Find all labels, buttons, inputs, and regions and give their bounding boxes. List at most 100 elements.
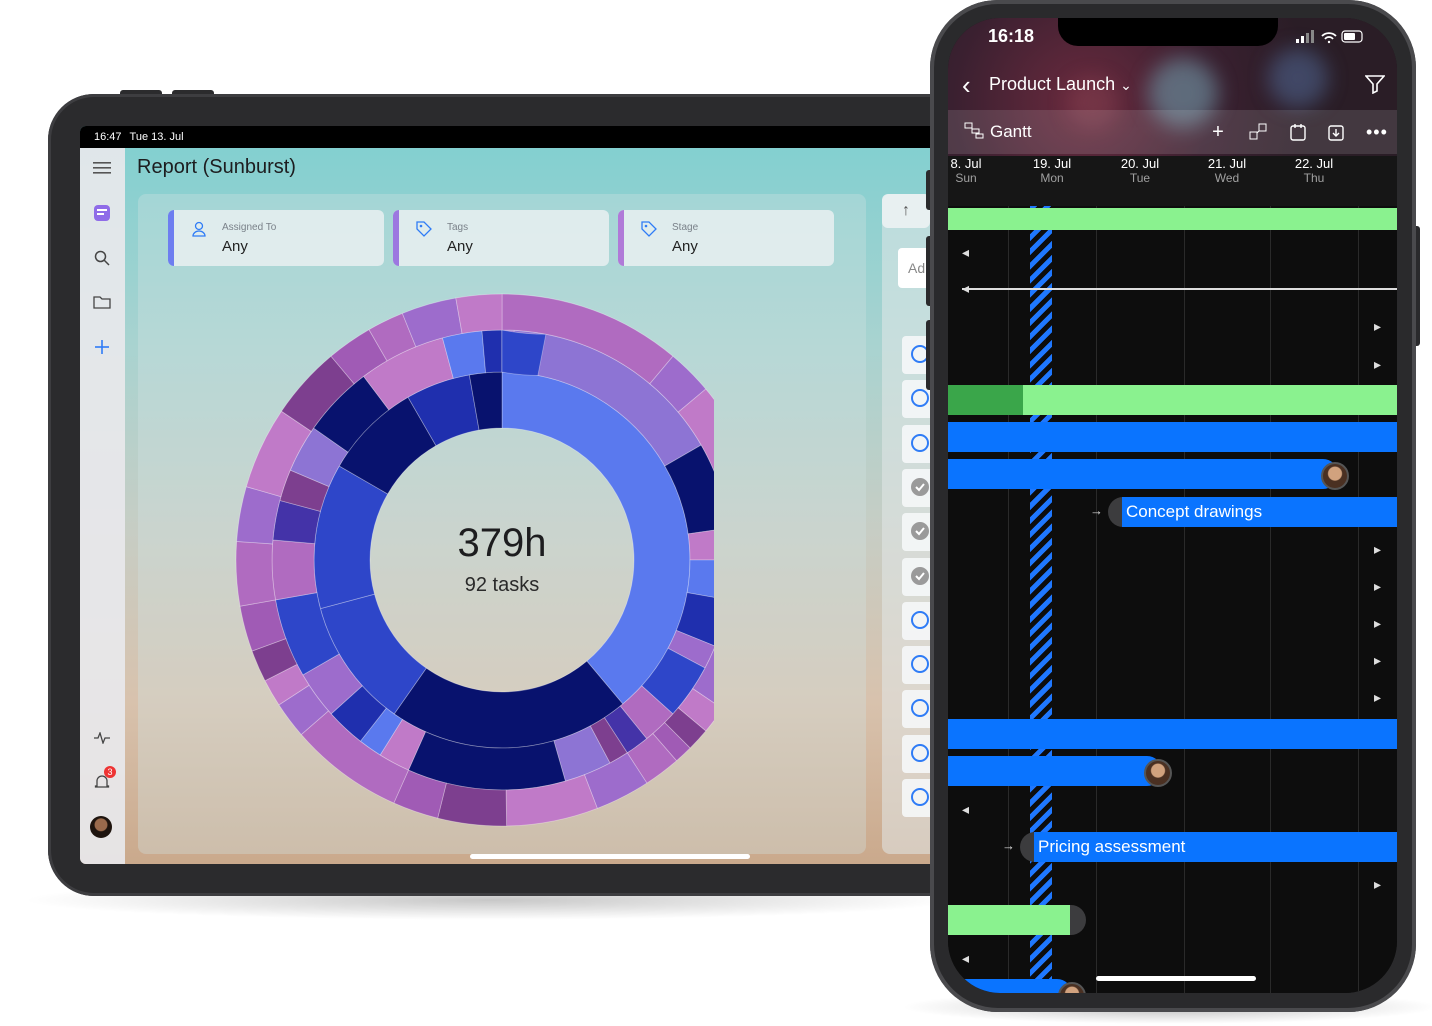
avatar[interactable]	[90, 816, 112, 838]
calendar-icon[interactable]	[1288, 122, 1308, 142]
project-title[interactable]: Product Launch ⌄	[989, 74, 1132, 95]
avatar[interactable]	[1144, 759, 1172, 787]
date-column: 23F	[1364, 156, 1398, 185]
header-blob	[1268, 48, 1328, 108]
status-indicators	[1296, 30, 1363, 44]
chevron-left-icon[interactable]: ◂	[962, 280, 969, 297]
chevron-left-icon[interactable]: ◂	[962, 244, 969, 261]
checkmark-icon[interactable]	[911, 477, 929, 496]
weekday-label: Wed	[1214, 171, 1240, 185]
chevron-left-icon[interactable]: ◂	[962, 950, 969, 967]
download-icon[interactable]	[1326, 122, 1346, 142]
phone-notch	[1058, 18, 1278, 46]
sidebar: 3	[80, 148, 125, 864]
day-divider	[1008, 206, 1009, 993]
chevron-right-icon[interactable]: ▸	[1374, 578, 1381, 595]
date-label: 21. Jul	[1207, 156, 1247, 171]
notification-badge: 3	[104, 766, 116, 778]
chevron-right-icon[interactable]: ▸	[1374, 615, 1381, 632]
day-divider	[1184, 206, 1185, 993]
home-indicator	[1096, 976, 1256, 981]
view-name[interactable]: Gantt	[990, 122, 1032, 142]
milestone-line	[962, 288, 1397, 290]
chevron-right-icon[interactable]: ▸	[1374, 356, 1381, 373]
gantt-bar[interactable]	[1023, 385, 1397, 415]
weekday-label: Tue	[1129, 171, 1151, 185]
total-tasks: 92 tasks	[465, 574, 539, 596]
bell-icon[interactable]: 3	[92, 766, 116, 792]
weekday-label: Mon	[1040, 171, 1064, 185]
project-title-label: Product Launch	[989, 74, 1116, 94]
gantt-bar[interactable]	[948, 422, 1397, 452]
menu-icon[interactable]	[92, 158, 112, 178]
phone-screen: 16:18 ‹ Product Launch ⌄ Gantt + ••• 8. …	[948, 18, 1397, 993]
gantt-bar[interactable]	[948, 756, 1162, 786]
date-column: 22. Jul Thu	[1274, 156, 1354, 185]
folder-icon[interactable]	[92, 292, 112, 312]
arrow-right-icon: →	[1002, 838, 1015, 853]
task-checkbox[interactable]	[911, 788, 929, 806]
status-bar: 16:47 Tue 13. Jul	[80, 126, 960, 148]
task-checkbox[interactable]	[911, 655, 929, 674]
gantt-chart: ◂ ◂ ▸ ▸ → Concept drawings ▸ ▸ ▸ ▸ ▸ ◂ →…	[948, 206, 1397, 993]
task-label-concept[interactable]: Concept drawings	[1126, 502, 1262, 522]
weekday-label: F	[1364, 171, 1397, 185]
weekday-label: Thu	[1303, 171, 1325, 185]
gantt-bar[interactable]	[948, 979, 1072, 993]
page-title: Report (Sunburst)	[137, 156, 296, 178]
gantt-bar-progress[interactable]	[948, 385, 1023, 415]
task-checkbox[interactable]	[911, 433, 929, 452]
chevron-right-icon[interactable]: ▸	[1374, 541, 1381, 558]
search-icon[interactable]	[92, 248, 112, 268]
sunburst-segment[interactable]	[455, 293, 503, 334]
gantt-bar[interactable]	[948, 459, 1338, 489]
task-checkbox[interactable]	[911, 743, 929, 762]
gantt-bar[interactable]	[948, 208, 1397, 230]
status-time: 16:47	[94, 131, 122, 143]
task-checkbox[interactable]	[911, 610, 929, 629]
chevron-right-icon[interactable]: ▸	[1374, 689, 1381, 706]
gantt-bar[interactable]	[948, 905, 1070, 935]
checkmark-icon[interactable]	[911, 566, 929, 585]
date-label: 22. Jul	[1294, 156, 1334, 171]
date-column: 8. Jul Sun	[948, 156, 1006, 185]
date-column: 19. Jul Mon	[1012, 156, 1092, 185]
task-checkbox[interactable]	[911, 389, 929, 408]
chevron-left-icon[interactable]: ◂	[962, 801, 969, 818]
sunburst-segment[interactable]	[271, 539, 318, 601]
status-time: 16:18	[988, 26, 1035, 46]
date-label: 8. Jul	[950, 156, 982, 171]
date-column: 20. Jul Tue	[1100, 156, 1180, 185]
date-column: 21. Jul Wed	[1187, 156, 1267, 185]
task-checkbox[interactable]	[911, 699, 929, 718]
date-header: 8. Jul Sun 19. Jul Mon 20. Jul Tue 21. Jul Wed 2…	[948, 156, 1397, 206]
day-divider	[1096, 206, 1097, 993]
sunburst-segment[interactable]	[235, 541, 276, 607]
bar-end-cap	[1070, 905, 1086, 935]
sunburst-segment[interactable]	[481, 329, 503, 374]
avatar[interactable]	[1321, 462, 1349, 490]
arrow-up-icon: ↑	[902, 202, 910, 219]
day-divider	[1270, 206, 1271, 993]
total-hours: 379h	[458, 521, 547, 565]
gantt-bar[interactable]	[948, 719, 1397, 749]
chevron-down-icon: ⌄	[1120, 77, 1132, 93]
more-icon[interactable]: •••	[1366, 122, 1387, 142]
sort-button[interactable]: ↑	[882, 194, 930, 228]
activity-icon[interactable]	[92, 728, 112, 748]
today-marker	[1030, 206, 1052, 993]
plus-icon[interactable]	[92, 337, 112, 357]
app-icon[interactable]	[92, 203, 112, 223]
sunburst-segment[interactable]	[501, 329, 547, 376]
chevron-right-icon[interactable]: ▸	[1374, 876, 1381, 893]
sunburst-segment[interactable]	[437, 782, 508, 827]
checkmark-icon[interactable]	[911, 522, 929, 541]
sunburst-chart: 379h 92 tasks	[235, 293, 714, 827]
link-icon[interactable]	[1248, 122, 1268, 142]
plus-icon[interactable]: +	[1208, 122, 1228, 142]
task-label-pricing[interactable]: Pricing assessment	[1038, 837, 1185, 857]
chevron-right-icon[interactable]: ▸	[1374, 652, 1381, 669]
back-icon[interactable]: ‹	[962, 70, 971, 101]
chevron-right-icon[interactable]: ▸	[1374, 318, 1381, 335]
filter-icon[interactable]	[1365, 74, 1385, 94]
